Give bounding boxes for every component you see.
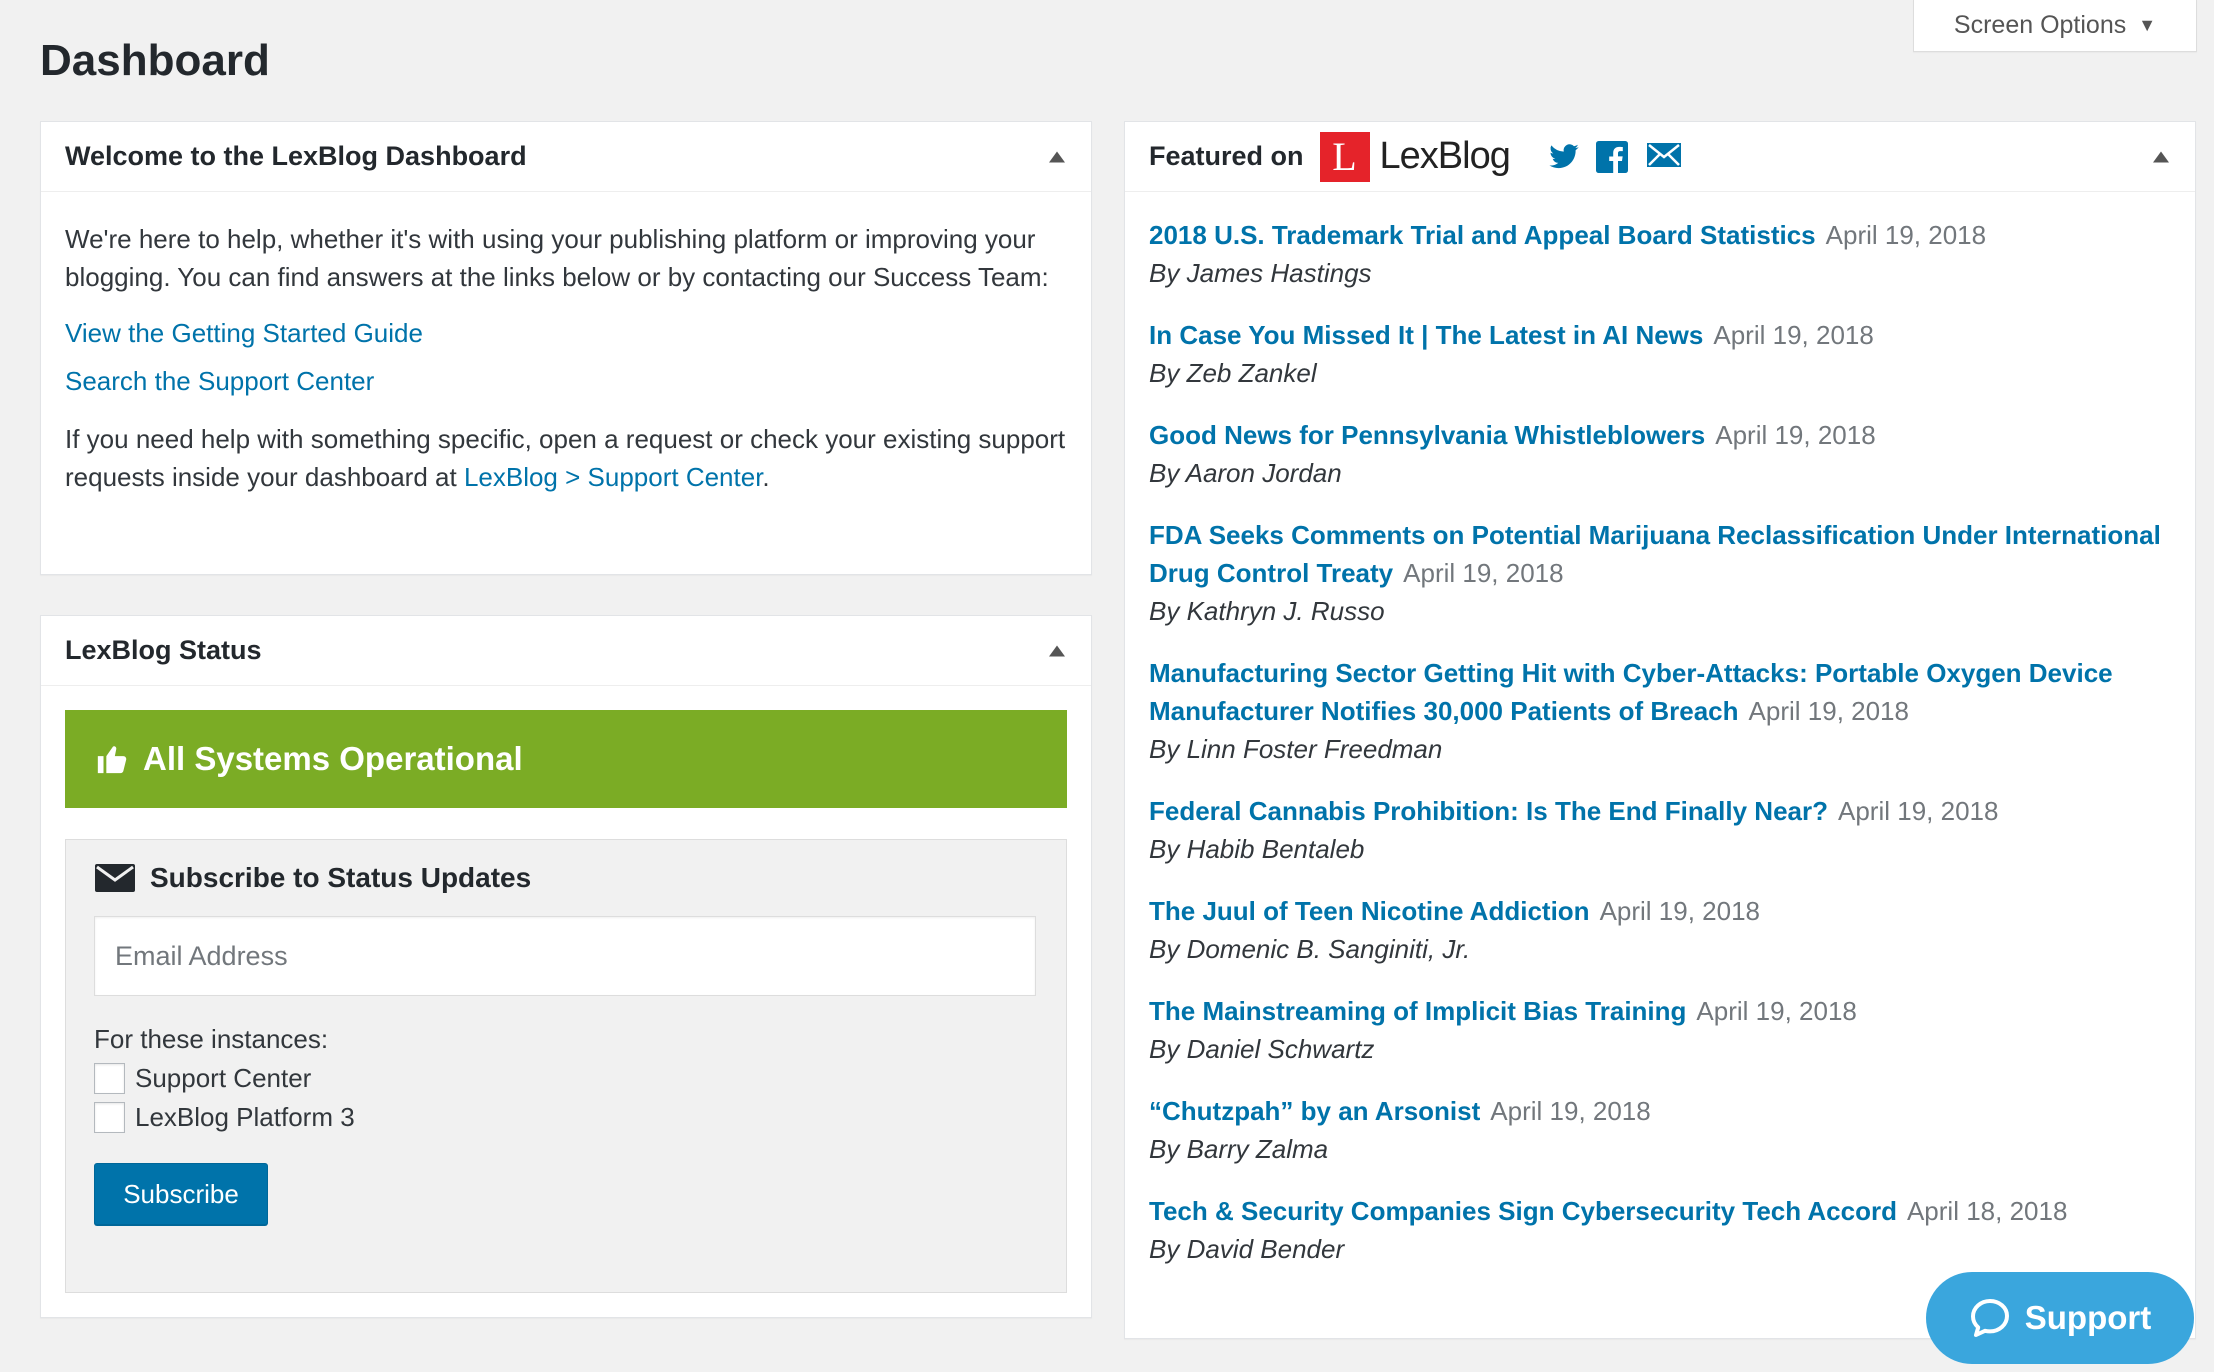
feed-item-date: April 18, 2018 [1906,1196,2068,1226]
instances-label: For these instances: [94,1024,329,1054]
twitter-icon[interactable] [1546,141,1582,173]
feed-item-title-link[interactable]: “Chutzpah” by an Arsonist [1149,1096,1480,1126]
welcome-widget-header: Welcome to the LexBlog Dashboard [41,122,1091,192]
feed-item-date: April 19, 2018 [1599,896,1761,926]
instance-label: Support Center [135,1063,312,1093]
envelope-icon [94,863,136,893]
feed-item-author: By James Hastings [1149,258,1372,288]
feed-item-author: By Domenic B. Sanginiti, Jr. [1149,934,1471,964]
feed-item-title-link[interactable]: The Mainstreaming of Implicit Bias Train… [1149,996,1686,1026]
feed-item: 2018 U.S. Trademark Trial and Appeal Boa… [1149,216,2171,292]
welcome-widget-title: Welcome to the LexBlog Dashboard [65,141,527,171]
social-links [1546,140,1682,173]
subscribe-heading: Subscribe to Status Updates [94,862,1038,894]
feed-item: Good News for Pennsylvania Whistleblower… [1149,416,2171,492]
featured-widget-header: Featured on L LexBlog [1125,122,2195,192]
feed-item-date: April 19, 2018 [1715,420,1876,450]
facebook-icon[interactable] [1595,140,1632,173]
instance-label: LexBlog Platform 3 [135,1102,355,1132]
support-button-label: Support [2024,1299,2152,1336]
featured-widget: Featured on L LexBlog 2018 U.S. Trademar… [1124,121,2196,1339]
feed-item: The Mainstreaming of Implicit Bias Train… [1149,992,2171,1068]
feed-item: Tech & Security Companies Sign Cybersecu… [1149,1192,2171,1268]
featured-label: Featured on [1149,141,1304,171]
feed-item-date: April 19, 2018 [1748,696,1909,726]
status-banner-text: All Systems Operational [143,740,523,777]
chat-bubble-icon [1969,1297,2011,1339]
getting-started-link[interactable]: View the Getting Started Guide [65,314,1067,352]
feed-item-author: By Zeb Zankel [1149,358,1317,388]
support-center-search-link[interactable]: Search the Support Center [65,362,1067,400]
support-center-checkbox[interactable] [94,1063,125,1094]
subscribe-heading-text: Subscribe to Status Updates [150,862,532,893]
page-title: Dashboard [40,36,270,85]
collapse-toggle-icon[interactable] [1049,151,1065,162]
feed-item-title-link[interactable]: Manufacturing Sector Getting Hit with Cy… [1149,658,2113,726]
feed-item: Federal Cannabis Prohibition: Is The End… [1149,792,2171,868]
feed-item-author: By Aaron Jordan [1149,458,1342,488]
feed-item-date: April 19, 2018 [1838,796,1999,826]
welcome-help-paragraph: If you need help with something specific… [65,420,1067,496]
email-icon[interactable] [1646,141,1682,173]
support-chat-button[interactable]: Support [1926,1272,2194,1364]
email-address-input[interactable] [94,916,1036,996]
thumbs-up-icon [95,742,129,776]
feed-item-author: By Kathryn J. Russo [1149,596,1385,626]
collapse-toggle-icon[interactable] [1049,645,1065,656]
featured-feed: 2018 U.S. Trademark Trial and Appeal Boa… [1125,192,2195,1268]
feed-item: In Case You Missed It | The Latest in AI… [1149,316,2171,392]
instance-option-support-center[interactable]: Support Center [94,1063,1038,1094]
lexblog-logo[interactable]: L LexBlog [1319,131,1511,182]
feed-item: Manufacturing Sector Getting Hit with Cy… [1149,654,2171,768]
subscribe-panel: Subscribe to Status Updates For these in… [65,839,1067,1293]
welcome-widget: Welcome to the LexBlog Dashboard We're h… [40,121,1092,575]
welcome-intro: We're here to help, whether it's with us… [65,224,1049,292]
collapse-toggle-icon[interactable] [2153,151,2169,162]
feed-item-date: April 19, 2018 [1403,558,1564,588]
lexblog-logo-text: LexBlog [1379,135,1511,177]
lexblog-logo-mark: L [1319,131,1370,182]
feed-item-author: By Habib Bentaleb [1149,834,1365,864]
feed-item-author: By David Bender [1149,1234,1345,1264]
feed-item-author: By Barry Zalma [1149,1134,1329,1164]
status-banner: All Systems Operational [65,710,1067,808]
featured-title: Featured on L LexBlog [1149,131,1682,182]
feed-item-title-link[interactable]: The Juul of Teen Nicotine Addiction [1149,896,1590,926]
feed-item-title-link[interactable]: Tech & Security Companies Sign Cybersecu… [1149,1196,1897,1226]
screen-options-label: Screen Options [1953,11,2127,39]
caret-down-icon: ▼ [2138,15,2157,35]
feed-item-title-link[interactable]: FDA Seeks Comments on Potential Marijuan… [1149,520,2161,588]
feed-item: FDA Seeks Comments on Potential Marijuan… [1149,516,2171,630]
feed-item-title-link[interactable]: Federal Cannabis Prohibition: Is The End… [1149,796,1828,826]
feed-item-title-link[interactable]: In Case You Missed It | The Latest in AI… [1149,320,1703,350]
feed-item: “Chutzpah” by an Arsonist April 19, 2018 B… [1149,1092,2171,1168]
status-widget-header: LexBlog Status [41,616,1091,686]
feed-item-date: April 19, 2018 [1490,1096,1651,1126]
feed-item-title-link[interactable]: Good News for Pennsylvania Whistleblower… [1149,420,1705,450]
welcome-widget-body: We're here to help, whether it's with us… [41,192,1091,542]
feed-item: The Juul of Teen Nicotine Addiction April… [1149,892,2171,968]
instance-option-lexblog-platform-3[interactable]: LexBlog Platform 3 [94,1102,1038,1133]
feed-item-date: April 19, 2018 [1696,996,1857,1026]
status-widget: LexBlog Status All Systems Operational S… [40,615,1092,1318]
welcome-help-end: . [762,462,770,492]
status-widget-title: LexBlog Status [65,635,262,665]
subscribe-button[interactable]: Subscribe [94,1163,268,1225]
feed-item-author: By Daniel Schwartz [1149,1034,1375,1064]
feed-item-date: April 19, 2018 [1713,320,1874,350]
feed-item-title-link[interactable]: 2018 U.S. Trademark Trial and Appeal Boa… [1149,220,1816,250]
lexblog-platform-3-checkbox[interactable] [94,1102,125,1133]
feed-item-date: April 19, 2018 [1825,220,1987,250]
feed-item-author: By Linn Foster Freedman [1149,734,1443,764]
lexblog-support-center-link[interactable]: LexBlog > Support Center [464,462,762,492]
screen-options-button[interactable]: Screen Options ▼ [1913,0,2197,52]
